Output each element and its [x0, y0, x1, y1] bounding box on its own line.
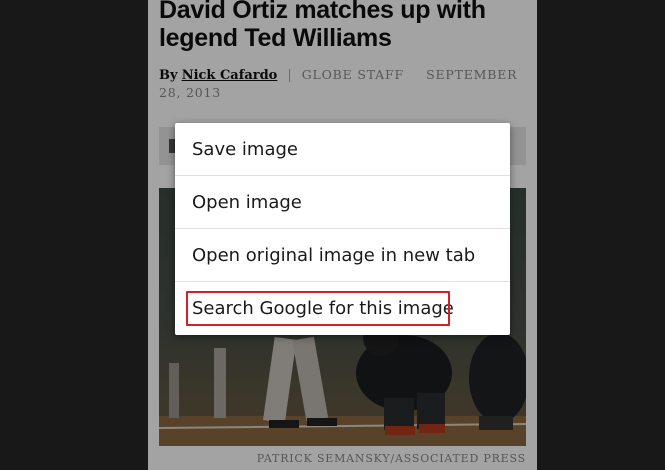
menu-item-open-image[interactable]: Open image: [175, 176, 510, 229]
menu-item-open-original-new-tab[interactable]: Open original image in new tab: [175, 229, 510, 282]
highlight-annotation-box: [186, 291, 450, 326]
menu-item-save-image[interactable]: Save image: [175, 123, 510, 176]
